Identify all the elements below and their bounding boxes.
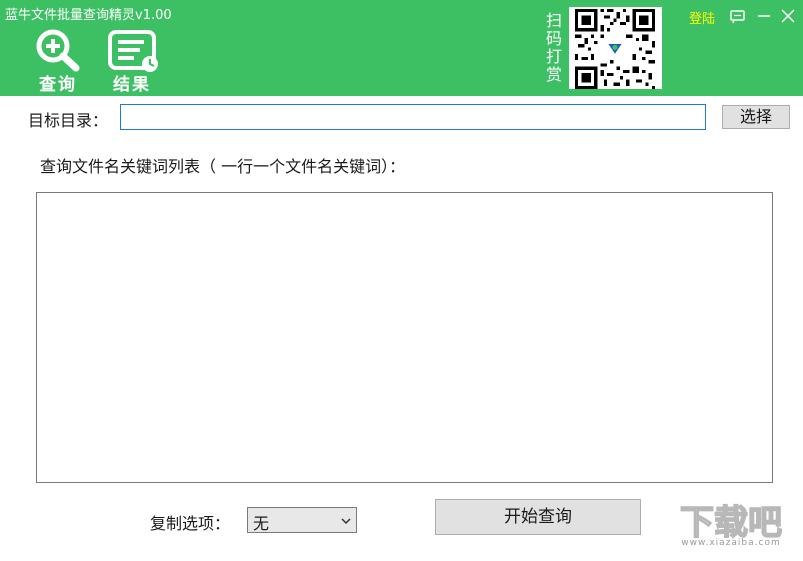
document-clock-icon — [108, 30, 158, 72]
feedback-icon[interactable] — [727, 6, 749, 26]
site-watermark: 下载吧 www.xiazaiba.com — [664, 502, 798, 558]
search-tool-label: 查询 — [39, 75, 77, 95]
login-link[interactable]: 登陆 — [689, 8, 715, 27]
svg-text:下载吧: 下载吧 — [680, 503, 782, 540]
results-tool-label: 结果 — [113, 75, 151, 95]
donate-char: 码 — [545, 29, 562, 48]
donate-char: 打 — [545, 47, 562, 66]
close-icon[interactable] — [777, 6, 799, 26]
watermark-logo-icon: 下载吧 — [679, 502, 783, 544]
choose-directory-button[interactable]: 选择 — [722, 105, 790, 129]
donate-label: 扫 码 打 赏 — [541, 12, 567, 84]
target-directory-input[interactable] — [120, 104, 706, 130]
search-tool-button[interactable]: 查询 — [26, 28, 90, 95]
keywords-textarea[interactable] — [36, 192, 773, 483]
watermark-site: www.xiazaiba.com — [681, 538, 781, 548]
minimize-icon[interactable] — [753, 6, 775, 26]
donate-qr-code — [569, 7, 662, 89]
results-tool-button[interactable]: 结果 — [100, 28, 164, 95]
target-directory-label: 目标目录： — [28, 111, 109, 130]
keywords-list-label: 查询文件名关键词列表（ 一行一个文件名关键词）： — [40, 157, 406, 176]
qr-code-icon — [575, 9, 655, 89]
start-search-button[interactable]: 开始查询 — [435, 499, 641, 535]
copy-option-value: 无 — [253, 514, 270, 533]
copy-option-select[interactable]: 无 — [247, 507, 357, 533]
chevron-down-icon — [341, 518, 351, 525]
donate-char: 扫 — [545, 11, 562, 30]
app-title: 蓝牛文件批量查询精灵v1.00 — [5, 8, 172, 23]
copy-option-label: 复制选项： — [150, 514, 231, 533]
magnifier-plus-icon — [36, 29, 80, 72]
title-bar: 蓝牛文件批量查询精灵v1.00 查询 结果 扫 码 打 赏 登陆 — [0, 0, 803, 96]
donate-char: 赏 — [545, 65, 562, 84]
